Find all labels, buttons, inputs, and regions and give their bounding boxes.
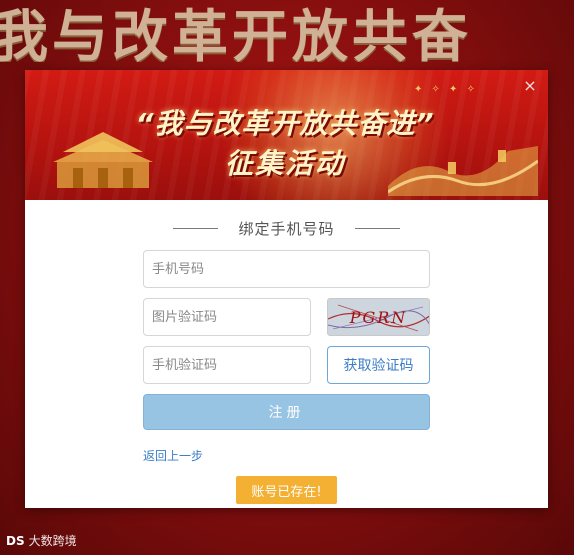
bind-phone-dialog: ✦ ✧ ✦ ✧ “我与改革开放共奋进” 征集活动 × 绑定手机号码 PGRN 获… — [25, 70, 548, 508]
close-icon[interactable]: × — [522, 78, 538, 94]
title-divider-left — [173, 227, 219, 229]
form-title-row: 绑定手机号码 — [25, 218, 548, 238]
watermark-text: 大数跨境 — [28, 534, 77, 548]
banner-headline: “我与改革开放共奋进” — [135, 107, 435, 140]
register-button[interactable]: 注册 — [143, 394, 430, 430]
campaign-banner: ✦ ✧ ✦ ✧ “我与改革开放共奋进” 征集活动 × — [25, 70, 548, 200]
banner-subheadline: 征集活动 — [224, 147, 345, 180]
captcha-text: PGRN — [349, 308, 408, 327]
watermark: DS 大数跨境 — [6, 532, 77, 549]
background-title: 我与改革开放共奋 — [0, 5, 472, 62]
title-divider-right — [354, 227, 400, 229]
back-link[interactable]: 返回上一步 — [143, 447, 203, 464]
birds-decoration-icon: ✦ ✧ ✦ ✧ — [413, 84, 478, 95]
get-sms-code-button[interactable]: 获取验证码 — [327, 346, 430, 384]
error-toast: 账号已存在! — [236, 476, 337, 504]
captcha-image[interactable]: PGRN — [327, 298, 430, 336]
form-title: 绑定手机号码 — [238, 219, 335, 238]
watermark-logo-icon: DS — [6, 533, 25, 548]
phone-number-input[interactable] — [143, 250, 430, 288]
sms-code-input[interactable] — [143, 346, 311, 384]
image-captcha-input[interactable] — [143, 298, 311, 336]
